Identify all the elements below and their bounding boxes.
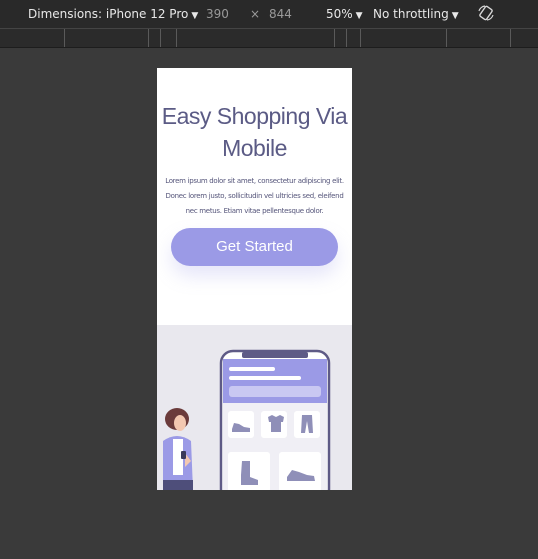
chevron-down-icon: ▼ [191,11,199,21]
ruler-tick [334,29,335,47]
header-line [229,376,301,380]
device-select[interactable]: Dimensions: iPhone 12 Pro ▼ [28,7,198,21]
height-input[interactable]: 844 [269,7,292,21]
throttle-select[interactable]: No throttling ▼ [373,7,459,21]
ruler-tick [176,29,177,47]
ruler-tick [64,29,65,47]
header-line [229,367,275,371]
phone-search-bar [229,386,321,397]
ruler-tick [446,29,447,47]
shopping-illustration [157,325,352,490]
devtools-toolbar: Dimensions: iPhone 12 Pro ▼ 390 × 844 50%… [0,0,538,28]
chevron-down-icon: ▼ [355,11,363,21]
product-tile-sneaker [279,452,321,490]
woman-phone [181,451,186,459]
device-select-label: Dimensions: iPhone 12 Pro [28,7,189,21]
phone-notch [242,352,308,358]
ruler-tick [148,29,149,47]
rotate-icon [478,5,494,21]
product-tile-shoe [228,411,254,438]
dimension-times: × [250,7,261,21]
throttle-select-label: No throttling [373,7,449,21]
zoom-select-label: 50% [326,7,353,21]
ruler-tick [510,29,511,47]
media-query-ruler[interactable] [0,28,538,48]
device-viewport: Easy Shopping Via Mobile Lorem ipsum dol… [157,68,352,490]
rotate-button[interactable] [477,4,495,25]
ruler-tick [160,29,161,47]
get-started-button[interactable]: Get Started [171,228,338,266]
ruler-tick [346,29,347,47]
hero-description: Lorem ipsum dolor sit amet, consectetur … [165,177,344,215]
woman-pants [163,480,193,490]
width-input[interactable]: 390 [206,7,229,21]
page-title: Easy Shopping Via Mobile [161,103,348,161]
ruler-tick [360,29,361,47]
phone-shopping-illustration [163,349,331,490]
woman-face [174,415,186,431]
zoom-select[interactable]: 50% ▼ [326,7,363,21]
chevron-down-icon: ▼ [451,11,459,21]
